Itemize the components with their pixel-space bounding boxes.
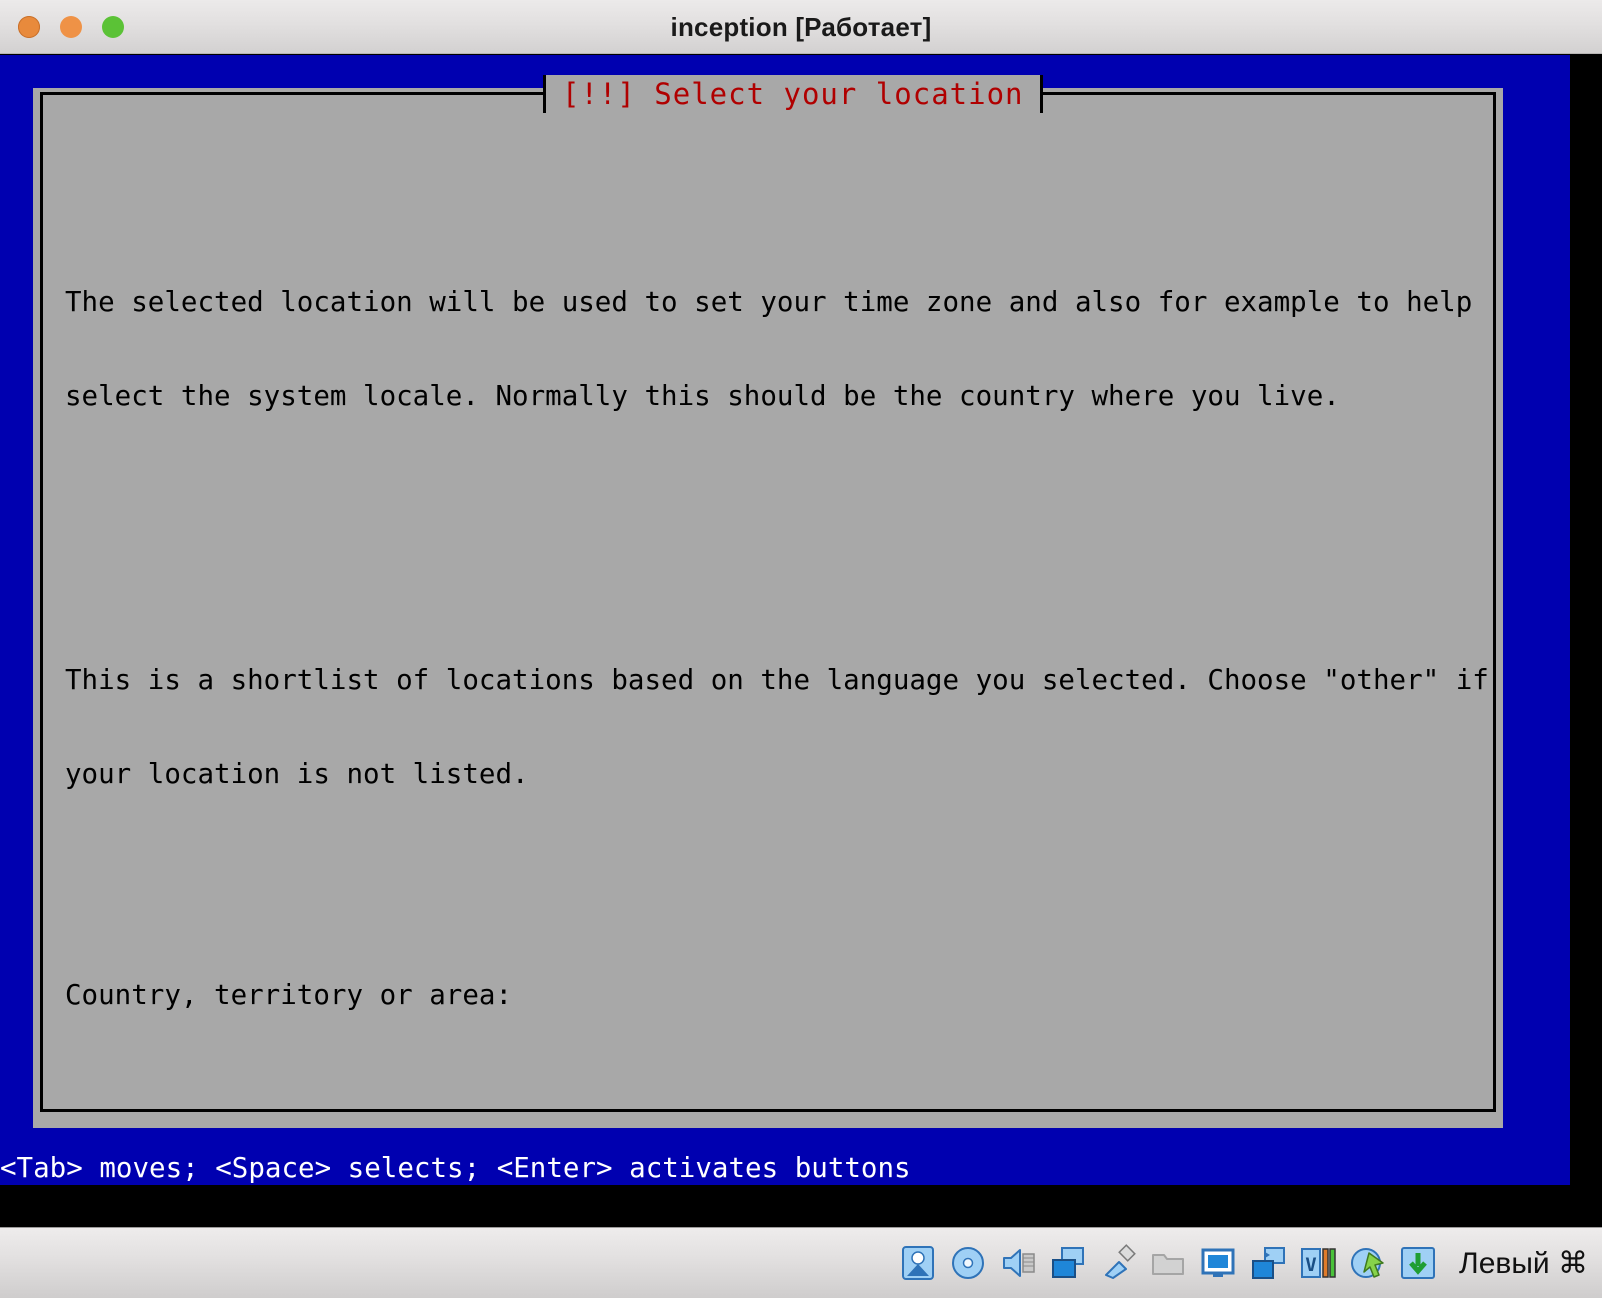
- keyboard-help-line: <Tab> moves; <Space> selects; <Enter> ac…: [0, 1152, 911, 1184]
- display-icon[interactable]: [1199, 1244, 1237, 1282]
- hard-disk-icon[interactable]: [899, 1244, 937, 1282]
- network-icon[interactable]: [1049, 1244, 1087, 1282]
- mouse-integration-icon[interactable]: [1349, 1244, 1387, 1282]
- host-key-label: Левый ⌘: [1459, 1246, 1588, 1280]
- screenshot-root: inception [Работает] [!!] Select your lo…: [0, 0, 1602, 1298]
- optical-disk-icon[interactable]: [949, 1244, 987, 1282]
- installer-dialog-frame: [!!] Select your location The selected l…: [40, 75, 1496, 1112]
- vm-console[interactable]: [!!] Select your location The selected l…: [0, 55, 1602, 1227]
- intro-line: This is a shortlist of locations based o…: [65, 663, 1489, 696]
- intro-line: select the system locale. Normally this …: [65, 380, 1340, 412]
- video-capture-icon[interactable]: [1249, 1244, 1287, 1282]
- dialog-content: The selected location will be used to se…: [65, 129, 1489, 1106]
- intro-paragraph-1: The selected location will be used to se…: [65, 224, 1483, 476]
- audio-icon[interactable]: [999, 1244, 1037, 1282]
- virtualbox-statusbar: V Левый ⌘: [0, 1227, 1602, 1298]
- usb-icon[interactable]: [1099, 1244, 1137, 1282]
- host-key-state-icon[interactable]: [1399, 1244, 1437, 1282]
- cpu-load-icon[interactable]: V: [1299, 1244, 1337, 1282]
- country-list-label: Country, territory or area:: [65, 978, 513, 1011]
- svg-text:V: V: [1305, 1254, 1316, 1276]
- shared-folders-icon[interactable]: [1149, 1244, 1187, 1282]
- intro-line: your location is not listed.: [65, 758, 529, 790]
- installer-dialog: [!!] Select your location The selected l…: [33, 75, 1503, 1128]
- window-title: inception [Работает]: [670, 12, 932, 42]
- console-right-margin: [1570, 55, 1602, 1185]
- dialog-title: [!!] Select your location: [543, 75, 1043, 113]
- intro-line: The selected location will be used to se…: [65, 285, 1473, 318]
- country-list[interactable]: Antigua and Barbuda Australia Botswana C…: [65, 1200, 1483, 1227]
- window-titlebar: inception [Работает]: [0, 0, 1602, 54]
- intro-paragraph-2: This is a shortlist of locations based o…: [65, 602, 1489, 854]
